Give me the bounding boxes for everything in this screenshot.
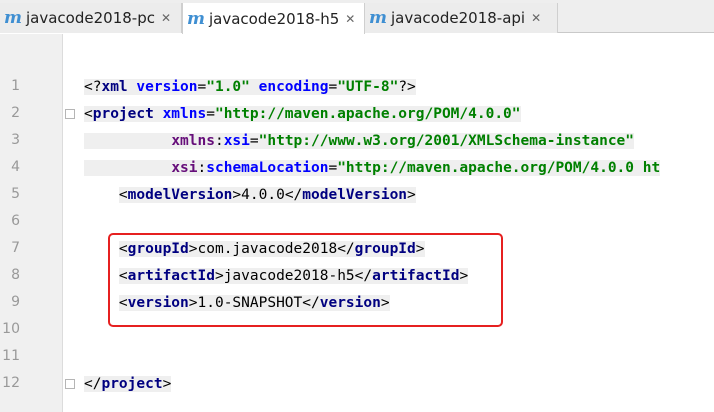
equals-sign: = <box>197 79 207 95</box>
attr-name: xmlns <box>162 106 207 122</box>
code-line-5: <modelVersion>4.0.0</modelVersion> <box>84 182 416 209</box>
equals-sign: = <box>206 106 215 122</box>
code-line-1: <?xml version="1.0" encoding="UTF-8"?> <box>84 74 416 101</box>
tag-name: modelVersion <box>127 187 233 203</box>
maven-module-icon: m <box>187 8 205 29</box>
code-editor[interactable]: 1 2 3 4 5 6 7 8 9 10 11 12 <?xml version… <box>0 34 714 412</box>
line-number: 6 <box>11 213 20 229</box>
maven-module-icon: m <box>369 8 387 28</box>
xml-decl-name: xml <box>101 79 137 95</box>
fold-marker-icon[interactable] <box>65 379 75 389</box>
attr-value: "http://www.w3.org/2001/XMLSchema-instan… <box>258 133 635 149</box>
tag-close-bracket: > <box>162 376 172 392</box>
attr-value: "http://maven.apache.org/POM/4.0.0" <box>214 106 521 122</box>
tag-close-bracket: > <box>232 187 242 203</box>
code-line-3: xmlns:xsi="http://www.w3.org/2001/XMLSch… <box>84 128 635 155</box>
equals-sign: = <box>328 160 338 176</box>
xml-decl-close: ?> <box>398 79 416 95</box>
attr-name: xsi <box>223 133 250 149</box>
maven-module-icon: m <box>4 8 22 28</box>
line-number: 7 <box>11 240 20 256</box>
tab-label: javacode2018-pc <box>26 9 155 27</box>
closing-tag-name: modelVersion <box>302 187 408 203</box>
line-number: 5 <box>11 186 20 202</box>
attr-name: schemaLocation <box>206 160 329 176</box>
close-icon[interactable]: ✕ <box>531 11 541 25</box>
fold-marker-icon[interactable] <box>65 109 75 119</box>
line-number: 4 <box>11 159 20 175</box>
line-number: 11 <box>2 348 20 364</box>
closing-tag-open: </ <box>84 376 102 392</box>
code-line-12: </project> <box>84 371 172 398</box>
colon: : <box>197 160 207 176</box>
tab-javacode2018-api[interactable]: m javacode2018-api ✕ <box>365 3 558 33</box>
equals-sign: = <box>328 79 338 95</box>
line-number: 1 <box>11 78 20 94</box>
tag-open-bracket: < <box>118 187 128 203</box>
line-number: 8 <box>11 267 20 283</box>
element-text: 4.0.0 <box>241 187 285 203</box>
code-line-2: <project xmlns="http://maven.apache.org/… <box>84 101 521 128</box>
attr-value: "UTF-8" <box>337 79 399 95</box>
tab-javacode2018-h5[interactable]: m javacode2018-h5 ✕ <box>182 3 365 34</box>
closing-tag-name: project <box>101 376 163 392</box>
xml-decl-open: <? <box>84 79 102 95</box>
line-number: 10 <box>2 321 20 337</box>
code-line-4: xsi:schemaLocation="http://maven.apache.… <box>84 155 661 182</box>
close-icon[interactable]: ✕ <box>161 11 171 25</box>
highlight-annotation-box <box>108 233 503 327</box>
attr-value: "http://maven.apache.org/POM/4.0.0 ht <box>337 160 661 176</box>
tag-close-bracket: > <box>407 187 416 203</box>
attr-value: "1.0" <box>206 79 250 95</box>
attr-name: encoding <box>249 79 329 95</box>
editor-tab-bar: m javacode2018-pc ✕ m javacode2018-h5 ✕ … <box>0 0 714 34</box>
colon: : <box>214 133 224 149</box>
line-number: 9 <box>11 294 20 310</box>
tag-open-bracket: < <box>84 106 93 122</box>
tab-label: javacode2018-h5 <box>209 9 340 28</box>
gutter-separator <box>62 34 63 412</box>
namespace-prefix: xsi <box>171 160 198 176</box>
attr-name: version <box>136 79 198 95</box>
namespace-prefix: xmlns <box>171 133 215 149</box>
closing-tag-open: </ <box>284 187 303 203</box>
close-icon[interactable]: ✕ <box>345 12 355 26</box>
tag-name: project <box>92 106 163 122</box>
line-number: 12 <box>2 375 20 391</box>
tab-javacode2018-pc[interactable]: m javacode2018-pc ✕ <box>0 3 182 33</box>
tab-label: javacode2018-api <box>391 9 526 27</box>
equals-sign: = <box>249 133 259 149</box>
line-number: 2 <box>11 105 20 121</box>
line-number: 3 <box>11 132 20 148</box>
